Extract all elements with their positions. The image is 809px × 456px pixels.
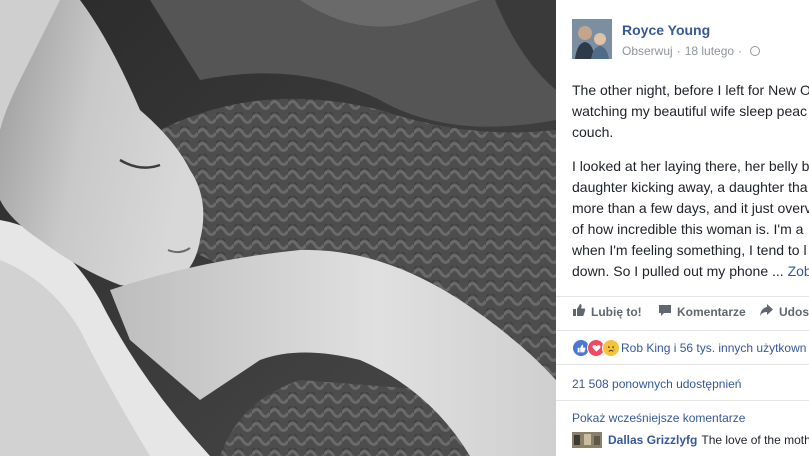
- actions-divider-top: [556, 296, 809, 297]
- comment-author[interactable]: Dallas Grizzlyfg: [608, 433, 697, 447]
- post-line: watching my beautiful wife sleep peac: [572, 103, 808, 119]
- comment-button[interactable]: Komentarze: [658, 303, 746, 320]
- author-name[interactable]: Royce Young: [622, 22, 710, 38]
- author-avatar[interactable]: [572, 19, 612, 59]
- see-more-link[interactable]: Zob: [788, 263, 809, 279]
- post-line: when I'm feeling something, I tend to l: [572, 242, 807, 258]
- thumbs-up-icon: [572, 303, 586, 320]
- comment-text: The love of the moth: [701, 433, 809, 447]
- actions-divider-bottom: [556, 330, 809, 331]
- share-icon: [759, 303, 774, 320]
- post-meta: Obserwuj · 18 lutego ·: [622, 44, 761, 58]
- post-line: down. So I pulled out my phone ...: [572, 263, 784, 279]
- like-label: Lubię to!: [591, 304, 642, 319]
- reactions-summary[interactable]: Rob King i 56 tys. innych użytkown: [572, 339, 806, 357]
- share-button[interactable]: Udos: [759, 303, 809, 320]
- meta-separator-2: ·: [738, 44, 743, 58]
- post-date[interactable]: 18 lutego: [685, 44, 734, 58]
- like-button[interactable]: Lubię to!: [572, 303, 642, 320]
- post-line: The other night, before I left for New O: [572, 82, 809, 98]
- comment-item: Dallas Grizzlyfg The love of the moth: [572, 432, 809, 448]
- post-line: daughter kicking away, a daughter tha: [572, 179, 808, 195]
- sleeping-woman-photo: [0, 0, 556, 456]
- post-header: Royce Young Obserwuj · 18 lutego ·: [572, 19, 809, 61]
- post-line: of how incredible this woman is. I'm a: [572, 221, 804, 237]
- post-text: The other night, before I left for New O…: [572, 80, 809, 295]
- post-photo[interactable]: [0, 0, 556, 456]
- post-side-panel: Royce Young Obserwuj · 18 lutego · The othe…: [556, 0, 809, 456]
- post-line: couch.: [572, 124, 614, 140]
- post-line: more than a few days, and it just overv: [572, 200, 809, 216]
- post-paragraph-1: The other night, before I left for New O…: [572, 80, 809, 143]
- share-label: Udos: [779, 304, 809, 319]
- meta-separator: ·: [676, 44, 681, 58]
- sad-reaction-icon: [602, 339, 620, 357]
- comment-author-avatar[interactable]: [572, 432, 602, 448]
- avatar-icon: [572, 432, 602, 448]
- avatar-icon: [572, 19, 612, 59]
- reactions-text: Rob King i 56 tys. innych użytkown: [621, 341, 807, 355]
- post-line: I looked at her laying there, her belly …: [572, 158, 809, 174]
- shares-count[interactable]: 21 508 ponownych udostępnień: [572, 377, 741, 391]
- follow-link[interactable]: Obserwuj: [622, 44, 673, 58]
- reactions-divider: [556, 364, 809, 365]
- comment-label: Komentarze: [677, 304, 746, 319]
- post-paragraph-2: I looked at her laying there, her belly …: [572, 156, 809, 282]
- show-previous-comments-link[interactable]: Pokaż wcześniejsze komentarze: [572, 411, 745, 425]
- reaction-icons: [572, 339, 620, 357]
- comment-icon: [658, 303, 672, 320]
- globe-icon: [750, 46, 761, 56]
- shares-divider: [556, 400, 809, 401]
